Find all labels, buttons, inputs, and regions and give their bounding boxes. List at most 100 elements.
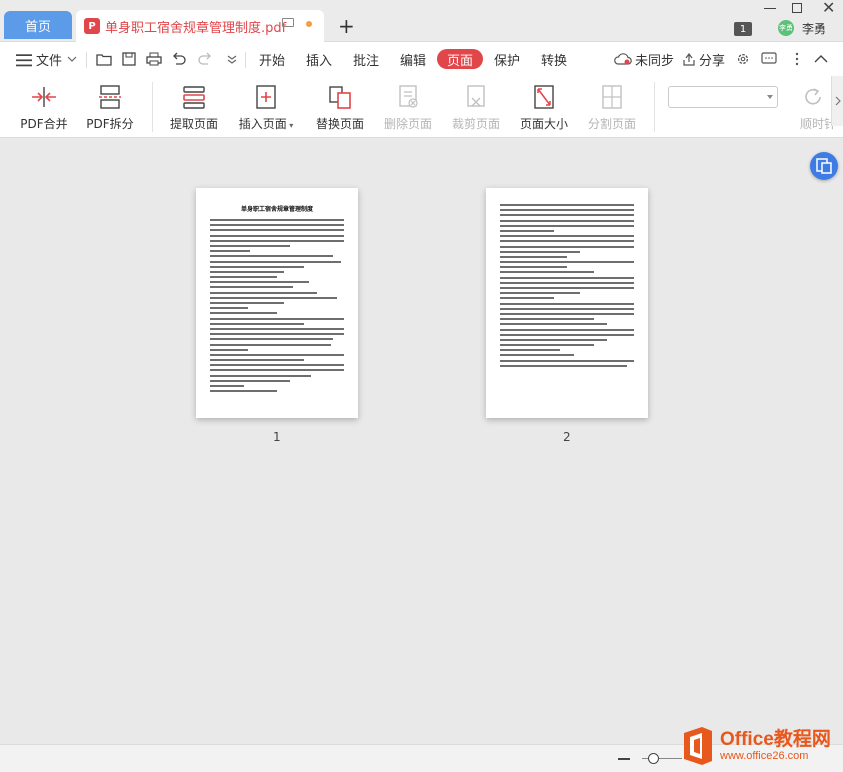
rotate-clockwise-button[interactable]: 顺时针 [790, 76, 836, 138]
text-line [210, 229, 344, 232]
split-icon [99, 85, 121, 109]
text-line [210, 224, 344, 227]
tab-page[interactable]: 页面 [437, 49, 484, 69]
page-number-1: 1 [273, 430, 281, 444]
ribbon-toolbar: PDF合并 PDF拆分 提取页面 插入页面 ▾ 替换页面 删除页面 裁剪页面 页… [0, 76, 843, 138]
monitor-icon[interactable] [282, 18, 294, 27]
text-line [210, 265, 304, 268]
text-line [210, 276, 277, 279]
tab-start[interactable]: 开始 [259, 42, 285, 76]
new-tab-button[interactable]: + [338, 14, 355, 38]
split-page-button[interactable]: 分割页面 [586, 76, 638, 138]
text-line [500, 261, 634, 264]
open-folder-icon[interactable] [96, 52, 112, 66]
text-line [500, 287, 634, 289]
text-line [210, 234, 344, 237]
text-line [210, 374, 311, 377]
avatar[interactable]: 李勇 [778, 20, 794, 36]
delete-page-button[interactable]: 删除页面 [382, 76, 434, 138]
text-line [500, 359, 634, 362]
close-icon[interactable]: ✕ [822, 0, 835, 17]
minimize-icon[interactable] [764, 8, 776, 9]
extract-pages-label: 提取页面 [169, 117, 218, 131]
tab-protect[interactable]: 保护 [494, 42, 520, 76]
tab-home[interactable]: 首页 [4, 11, 72, 39]
floating-action-button[interactable] [810, 152, 838, 180]
text-line [500, 224, 634, 227]
watermark-url: www.office26.com [720, 750, 809, 762]
text-line [500, 318, 594, 321]
delete-page-icon [399, 85, 418, 108]
text-line [210, 327, 344, 330]
crop-page-label: 裁剪页面 [451, 117, 500, 131]
sync-status[interactable]: 未同步 [614, 42, 674, 76]
tab-annotate[interactable]: 批注 [353, 42, 379, 76]
tab-edit[interactable]: 编辑 [400, 42, 426, 76]
divider [86, 52, 87, 68]
comment-icon[interactable] [761, 52, 777, 66]
text-line [210, 239, 344, 242]
maximize-icon[interactable] [792, 3, 802, 13]
text-line [210, 317, 344, 320]
title-bar: 首页 P 单身职工宿舍规章管理制度.pdf + ✕ 1 李勇 李勇 [0, 0, 843, 42]
window-count-badge[interactable]: 1 [734, 22, 752, 36]
text-line [210, 390, 277, 393]
text-line [210, 281, 310, 284]
tab-document[interactable]: P 单身职工宿舍规章管理制度.pdf [76, 10, 324, 42]
document-canvas[interactable]: 单身职工宿舍规章管理制度 1 2 [0, 139, 843, 744]
pdf-merge-button[interactable]: PDF合并 [18, 76, 70, 138]
text-line [500, 214, 634, 217]
rotate-select[interactable] [668, 86, 778, 108]
gear-icon[interactable] [735, 52, 751, 66]
text-line [500, 302, 634, 305]
print-icon[interactable] [146, 52, 162, 66]
text-line [210, 302, 284, 304]
share-button[interactable]: 分享 [682, 42, 725, 76]
zoom-out-button[interactable] [618, 758, 630, 760]
page-thumbnail-2[interactable] [486, 188, 648, 418]
unsaved-dot-icon[interactable] [306, 21, 312, 27]
insert-page-button[interactable]: 插入页面 ▾ [236, 76, 296, 138]
tab-insert[interactable]: 插入 [306, 42, 332, 76]
tab-convert[interactable]: 转换 [541, 42, 567, 76]
undo-icon[interactable] [171, 52, 187, 66]
crop-page-button[interactable]: 裁剪页面 [450, 76, 502, 138]
zoom-slider-thumb[interactable] [648, 753, 659, 764]
text-line [500, 344, 594, 347]
hamburger-icon[interactable] [16, 53, 32, 67]
text-line [210, 338, 334, 341]
page-size-button[interactable]: 页面大小 [517, 76, 571, 138]
text-line [210, 353, 344, 356]
text-line [500, 338, 608, 341]
divider [654, 82, 655, 132]
more-icon[interactable] [789, 52, 805, 66]
text-line [500, 219, 634, 222]
save-icon[interactable] [121, 52, 137, 66]
pdf-split-button[interactable]: PDF拆分 [84, 76, 136, 138]
text-line [210, 385, 244, 387]
text-line [500, 204, 634, 206]
ribbon-scroll-right[interactable] [831, 76, 843, 126]
redo-icon[interactable] [197, 52, 213, 66]
divider [245, 52, 246, 68]
split-page-icon [602, 85, 622, 109]
text-line [210, 270, 284, 273]
chevron-up-icon[interactable] [813, 52, 829, 66]
text-line [210, 286, 294, 289]
username[interactable]: 李勇 [802, 20, 826, 37]
document-tab-title: 单身职工宿舍规章管理制度.pdf [105, 20, 287, 36]
text-line [210, 296, 338, 299]
quick-access-dropdown-icon[interactable] [224, 52, 240, 66]
pdf-split-label: PDF拆分 [86, 117, 134, 131]
text-line [500, 276, 634, 279]
replace-page-button[interactable]: 替换页面 [312, 76, 368, 138]
file-menu[interactable]: 文件 [36, 42, 77, 76]
text-line [210, 307, 248, 310]
text-line [500, 245, 634, 248]
extract-pages-button[interactable]: 提取页面 [167, 76, 221, 138]
sync-label: 未同步 [635, 53, 675, 69]
text-line [500, 307, 634, 310]
text-line [500, 349, 561, 352]
page-thumbnail-1[interactable]: 单身职工宿舍规章管理制度 [196, 188, 358, 418]
cloud-icon [614, 53, 632, 65]
